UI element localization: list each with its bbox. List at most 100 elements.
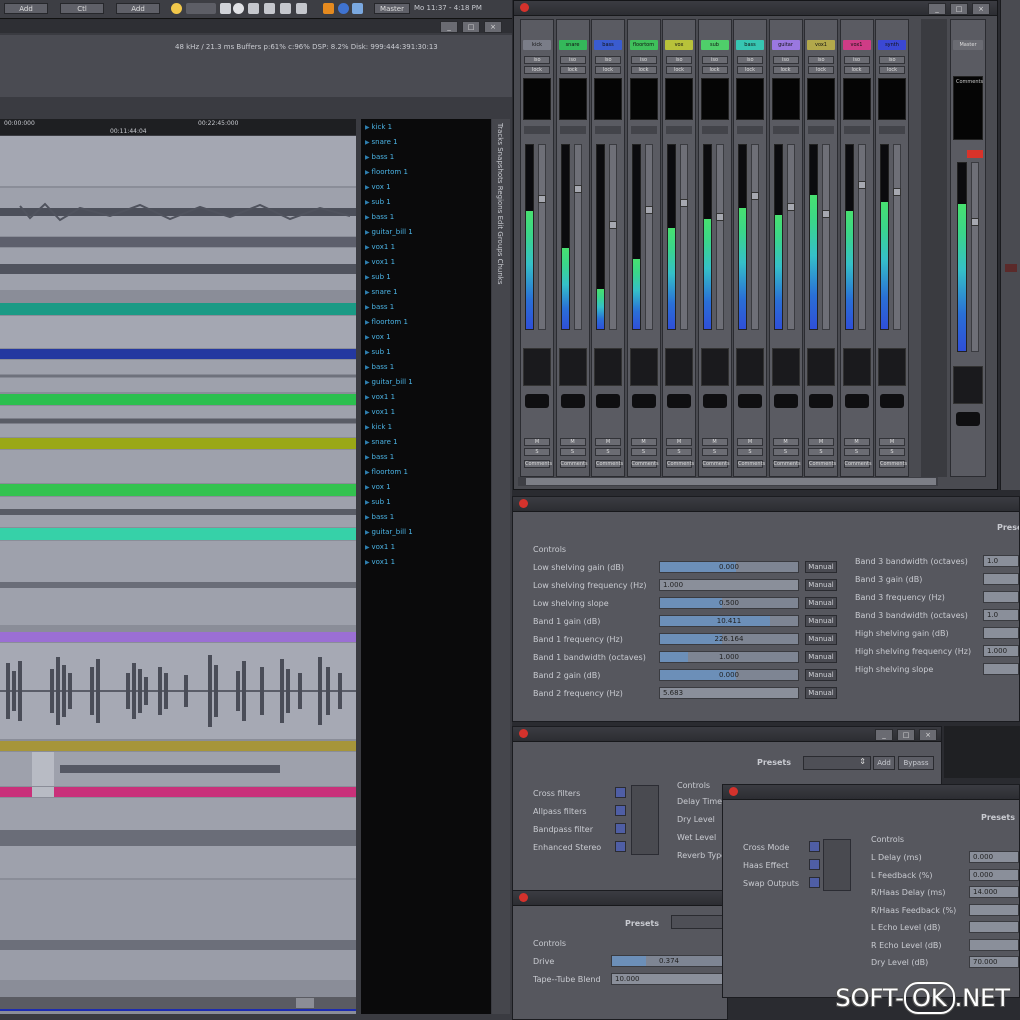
tracklist-item[interactable]: floortom 1 — [365, 168, 408, 176]
mute-button[interactable]: M — [737, 438, 763, 446]
pan-knob[interactable] — [596, 394, 620, 408]
tracklist-item[interactable]: snare 1 — [365, 438, 398, 446]
strip-inserts[interactable] — [558, 348, 587, 386]
tape-param-field[interactable]: 10.000 — [611, 973, 727, 985]
strip-mode-button[interactable]: lock — [701, 66, 728, 74]
strip-name[interactable]: bass — [594, 40, 622, 50]
mute-button[interactable]: M — [701, 438, 728, 446]
solo-button[interactable]: S — [701, 448, 728, 456]
tracklist-item[interactable]: vox 1 — [365, 183, 391, 191]
side-tabs-label[interactable]: Tracks Snapshots Regions Edit Groups Chu… — [496, 123, 504, 284]
mute-button[interactable]: M — [772, 438, 799, 446]
tracklist-item[interactable]: vox1 1 — [365, 393, 396, 401]
mute-button[interactable]: M — [595, 438, 621, 446]
solo-button[interactable]: S — [630, 448, 657, 456]
delay-checkbox[interactable] — [809, 859, 820, 870]
strip-mode-button[interactable]: lock — [595, 66, 621, 74]
eq-param-field[interactable] — [983, 627, 1019, 639]
tracklist-item[interactable]: bass 1 — [365, 303, 395, 311]
tracklist-item[interactable]: guitar_bill 1 — [365, 378, 413, 386]
minimize-button[interactable]: _ — [875, 729, 893, 741]
menu-button-3[interactable]: Add — [116, 3, 160, 14]
pan-knob[interactable] — [560, 394, 585, 408]
fader-thumb[interactable] — [680, 199, 688, 207]
files-icon[interactable] — [296, 3, 307, 14]
solo-button[interactable]: S — [737, 448, 763, 456]
fader-thumb[interactable] — [609, 221, 617, 229]
strip-fader[interactable] — [715, 144, 724, 330]
eq-manual-button[interactable]: Manual — [805, 633, 837, 645]
minimize-button[interactable]: _ — [440, 21, 458, 33]
eq-manual-button[interactable]: Manual — [805, 687, 837, 699]
maximize-button[interactable]: □ — [950, 3, 968, 15]
strip-name[interactable]: bass — [736, 40, 764, 50]
folder-icon[interactable] — [220, 3, 231, 14]
strip-inserts[interactable] — [878, 348, 906, 386]
strip-plugin-box[interactable] — [736, 78, 764, 120]
strip-name[interactable]: vox1 — [807, 40, 835, 50]
mute-button[interactable]: M — [630, 438, 657, 446]
fader-thumb[interactable] — [893, 188, 901, 196]
close-icon[interactable] — [519, 893, 528, 902]
strip-inserts[interactable] — [594, 348, 622, 386]
strip-fader[interactable] — [893, 144, 901, 330]
comments-button[interactable]: Comments — [772, 460, 801, 468]
pan-knob[interactable] — [844, 394, 869, 408]
tracklist-item[interactable]: bass 1 — [365, 513, 395, 521]
fader-thumb[interactable] — [538, 195, 546, 203]
strip-inserts[interactable] — [523, 348, 551, 386]
strip-input-button[interactable]: iso — [666, 56, 692, 64]
reverb-add-button[interactable]: Add — [873, 756, 895, 770]
strip-name[interactable]: vox1 — [842, 40, 871, 50]
tracklist-item[interactable]: vox1 1 — [365, 258, 396, 266]
tracklist-item[interactable]: guitar_bill 1 — [365, 528, 413, 536]
strip-mode-button[interactable]: lock — [879, 66, 905, 74]
network-icon[interactable] — [338, 3, 349, 14]
strip-plugin-box[interactable] — [700, 78, 729, 120]
strip-plugin-box[interactable] — [629, 78, 658, 120]
fader-thumb[interactable] — [751, 192, 759, 200]
close-icon[interactable] — [519, 729, 528, 738]
tracklist-item[interactable]: kick 1 — [365, 423, 393, 431]
eq-param-field[interactable]: 5.683 — [659, 687, 799, 699]
editor-scrollbar[interactable] — [0, 997, 356, 1009]
pan-knob[interactable] — [702, 394, 727, 408]
strip-fader[interactable] — [857, 144, 866, 330]
tracklist-item[interactable]: bass 1 — [365, 363, 395, 371]
mute-button[interactable]: M — [843, 438, 870, 446]
tray-applet-icon[interactable] — [186, 3, 216, 14]
strip-plugin-box[interactable] — [807, 78, 835, 120]
master-pan-knob[interactable] — [956, 412, 980, 426]
strip-input-button[interactable]: iso — [524, 56, 550, 64]
comments-button[interactable]: Comments — [666, 460, 694, 468]
strip-plugin-box[interactable] — [594, 78, 622, 120]
clip-bass[interactable] — [0, 248, 356, 290]
strip-fader[interactable] — [609, 144, 617, 330]
strip-input-button[interactable]: iso — [701, 56, 728, 64]
solo-button[interactable]: S — [524, 448, 550, 456]
fader-thumb[interactable] — [573, 185, 582, 193]
eq-param-field[interactable]: 1.000 — [659, 579, 799, 591]
eq-manual-button[interactable]: Manual — [805, 579, 837, 591]
strip-mode-button[interactable]: lock — [559, 66, 586, 74]
tracklist-item[interactable]: bass 1 — [365, 213, 395, 221]
tracklist-item[interactable]: bass 1 — [365, 453, 395, 461]
eq-param-field[interactable] — [983, 663, 1019, 675]
delay-param-field[interactable]: 70.000 — [969, 956, 1019, 968]
tracklist-item[interactable]: sub 1 — [365, 198, 391, 206]
tracklist-item[interactable]: sub 1 — [365, 498, 391, 506]
reverb-checkbox[interactable] — [615, 805, 626, 816]
delay-param-field[interactable]: 0.000 — [969, 851, 1019, 863]
comments-button[interactable]: Comments — [737, 460, 765, 468]
clip-snare[interactable] — [0, 188, 356, 236]
close-icon[interactable] — [519, 499, 528, 508]
strip-input-button[interactable]: iso — [843, 56, 870, 64]
fader-thumb[interactable] — [715, 213, 724, 221]
tracklist-item[interactable]: vox 1 — [365, 333, 391, 341]
pan-knob[interactable] — [773, 394, 798, 408]
comments-button[interactable]: Comments — [630, 460, 659, 468]
close-button[interactable]: × — [484, 21, 502, 33]
strip-mode-button[interactable]: lock — [630, 66, 657, 74]
tracklist-item[interactable]: floortom 1 — [365, 468, 408, 476]
solo-button[interactable]: S — [843, 448, 870, 456]
